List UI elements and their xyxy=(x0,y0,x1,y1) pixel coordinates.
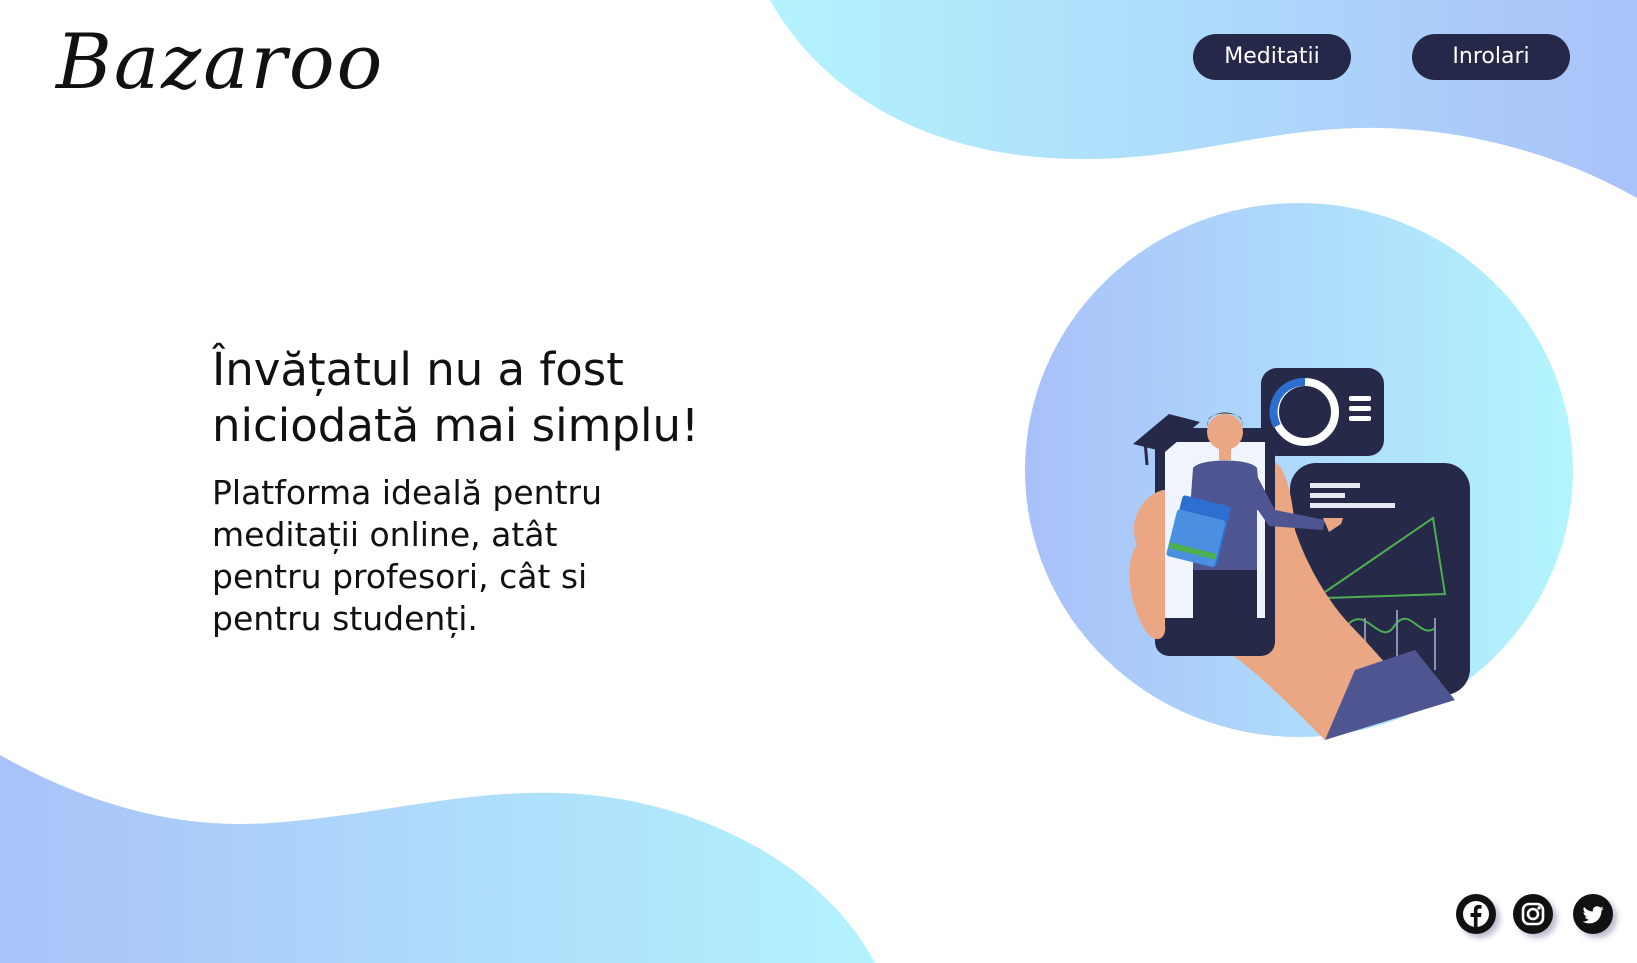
inrolari-button[interactable]: Inrolari xyxy=(1412,34,1570,80)
brand-logo[interactable]: Bazaroo xyxy=(56,24,384,100)
meditatii-button[interactable]: Meditatii xyxy=(1193,34,1351,80)
hero-headline: Învățatul nu a fost niciodată mai simplu… xyxy=(212,343,700,452)
top-right-blob xyxy=(770,0,1637,198)
hero-subtext: Platforma ideală pentru meditații online… xyxy=(212,473,602,638)
facebook-icon[interactable] xyxy=(1456,894,1496,934)
bottom-left-blob xyxy=(0,755,875,963)
fingers xyxy=(1129,490,1166,640)
donut-panel xyxy=(1261,368,1384,456)
hero-illustration xyxy=(1129,368,1470,740)
instagram-icon[interactable] xyxy=(1513,894,1553,934)
twitter-icon[interactable] xyxy=(1573,894,1613,934)
